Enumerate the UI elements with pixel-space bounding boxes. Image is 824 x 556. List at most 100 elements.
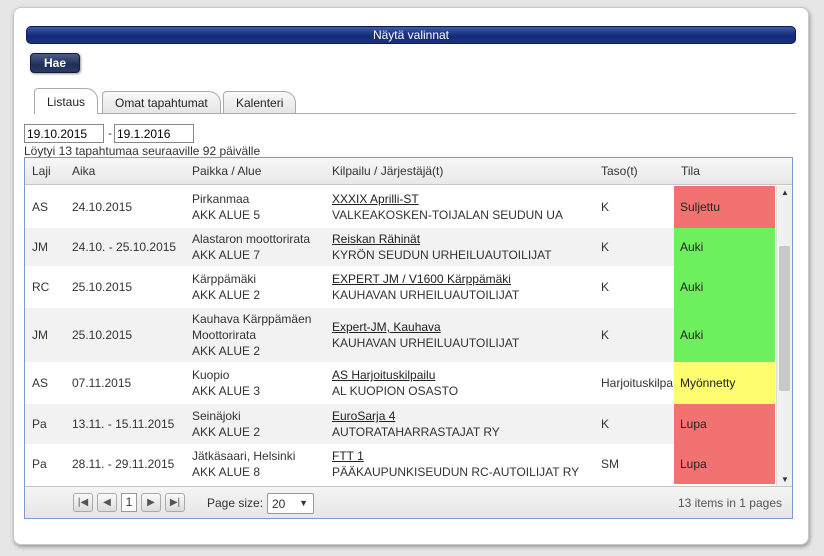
status-text: Lupa: [680, 457, 707, 471]
paikka-line: AKK ALUE 7: [192, 248, 261, 262]
aika-value: 25.10.2015: [72, 280, 133, 294]
cell-aika: 24.10.2015: [72, 186, 190, 228]
competition-link[interactable]: XXXIX Aprilli-ST: [332, 191, 598, 207]
taso-value: K: [601, 240, 610, 254]
date-separator: -: [108, 126, 112, 140]
paikka-line: AKK ALUE 8: [192, 465, 261, 479]
cell-aika: 24.10. - 25.10.2015: [72, 228, 190, 266]
cell-aika: 13.11. - 15.11.2015: [72, 404, 190, 444]
organizer-name: AUTORATAHARRASTAJAT RY: [332, 425, 500, 439]
cell-taso: Harjoituskilpa: [601, 362, 673, 404]
aika-value: 24.10.2015: [72, 200, 133, 214]
header-tila[interactable]: Tila: [681, 158, 700, 185]
cell-paikka: Pirkanmaa AKK ALUE 5: [192, 186, 330, 228]
cell-kilpailu: Reiskan Rähinät KYRÖN SEUDUN URHEILUAUTOI…: [332, 228, 598, 266]
competition-link[interactable]: Expert-JM, Kauhava: [332, 319, 598, 335]
competition-link[interactable]: EuroSarja 4: [332, 408, 598, 424]
cell-aika: 25.10.2015: [72, 308, 190, 362]
cell-laji: Pa: [32, 444, 70, 484]
paikka-line: Pirkanmaa: [192, 192, 250, 206]
scroll-down-icon[interactable]: ▼: [781, 475, 789, 484]
cell-taso: K: [601, 308, 673, 362]
scrollbar-thumb[interactable]: [779, 246, 790, 391]
table-row[interactable]: Pa 28.11. - 29.11.2015 Jätkäsaari, Helsink…: [25, 444, 775, 484]
status-text: Auki: [680, 328, 704, 342]
cell-paikka: Kuopio AKK ALUE 3: [192, 362, 330, 404]
status-badge: Lupa: [674, 444, 775, 484]
header-kilpailu[interactable]: Kilpailu / Järjestäjä(t): [332, 158, 443, 185]
next-page-icon[interactable]: ▶: [141, 493, 161, 512]
organizer-name: PÄÄKAUPUNKISEUDUN RC-AUTOILIJAT RY: [332, 465, 580, 479]
table-row[interactable]: AS 07.11.2015 Kuopio AKK ALUE 3 AS Harjoitus…: [25, 362, 775, 404]
paikka-line: AKK ALUE 2: [192, 425, 261, 439]
status-text: Auki: [680, 280, 704, 294]
cell-taso: K: [601, 404, 673, 444]
status-badge: Auki: [674, 266, 775, 308]
organizer-name: VALKEAKOSKEN-TOIJALAN SEUDUN UA: [332, 208, 563, 222]
tab-omat-tapahtumat[interactable]: Omat tapahtumat: [102, 91, 221, 114]
competition-link[interactable]: Reiskan Rähinät: [332, 231, 598, 247]
grid-scrollbar[interactable]: ▲ ▼: [776, 186, 792, 486]
first-page-icon[interactable]: |◀: [73, 493, 93, 512]
paikka-line: AKK ALUE 3: [192, 384, 261, 398]
cell-kilpailu: EuroSarja 4 AUTORATAHARRASTAJAT RY: [332, 404, 598, 444]
status-badge: Suljettu: [674, 186, 775, 228]
paikka-line: Kuopio: [192, 368, 230, 382]
aika-value: 07.11.2015: [72, 376, 132, 390]
cell-aika: 07.11.2015: [72, 362, 190, 404]
events-grid: Laji Aika Paikka / Alue Kilpailu / Järje…: [24, 157, 793, 519]
status-text: Lupa: [680, 417, 707, 431]
cell-taso: K: [601, 266, 673, 308]
header-aika[interactable]: Aika: [72, 158, 95, 185]
cell-paikka: Jätkäsaari, Helsinki AKK ALUE 8: [192, 444, 330, 484]
taso-value: K: [601, 328, 610, 342]
paikka-line: AKK ALUE 2: [192, 344, 261, 358]
table-row[interactable]: JM 25.10.2015 Kauhava Kärppämäen Moottorira…: [25, 308, 775, 362]
search-button[interactable]: Hae: [30, 53, 80, 73]
taso-value: K: [601, 280, 610, 294]
grid-body: AS 24.10.2015 Pirkanmaa AKK ALUE 5 XXXIX Apr…: [25, 186, 775, 486]
table-row[interactable]: Pa 13.11. - 15.11.2015 Seinäjoki AKK ALUE 2…: [25, 404, 775, 444]
paikka-line: Seinäjoki: [192, 409, 241, 423]
paikka-line: Alastaron moottorirata: [192, 232, 311, 246]
laji-value: AS: [32, 376, 49, 390]
organizer-name: KAUHAVAN URHEILUAUTOILIJAT: [332, 288, 520, 302]
table-row[interactable]: AS 24.10.2015 Pirkanmaa AKK ALUE 5 XXXIX Apr…: [25, 186, 775, 228]
tab-kalenteri[interactable]: Kalenteri: [223, 91, 297, 114]
tab-listaus[interactable]: Listaus: [34, 88, 99, 114]
cell-taso: SM: [601, 444, 673, 484]
current-page-number[interactable]: 1: [121, 493, 137, 512]
organizer-name: KAUHAVAN URHEILUAUTOILIJAT: [332, 336, 520, 350]
cell-paikka: Seinäjoki AKK ALUE 2: [192, 404, 330, 444]
aika-value: 24.10. - 25.10.2015: [72, 240, 177, 254]
aika-value: 28.11. - 29.11.2015: [72, 457, 175, 471]
paikka-line: Jätkäsaari, Helsinki: [192, 449, 296, 463]
page-size-label: Page size:: [207, 496, 264, 510]
status-badge: Lupa: [674, 404, 775, 444]
table-row[interactable]: RC 25.10.2015 Kärppämäki AKK ALUE 2 EXPERT J…: [25, 266, 775, 308]
pager-info: 13 items in 1 pages: [677, 496, 782, 510]
grid-header: Laji Aika Paikka / Alue Kilpailu / Järje…: [25, 158, 792, 185]
start-date-input[interactable]: [24, 124, 104, 143]
header-laji[interactable]: Laji: [32, 158, 51, 185]
prev-page-icon[interactable]: ◀: [97, 493, 117, 512]
table-row[interactable]: JM 24.10. - 25.10.2015 Alastaron moottorir…: [25, 228, 775, 266]
paikka-line: AKK ALUE 5: [192, 208, 261, 222]
status-text: Myönnetty: [680, 376, 736, 390]
competition-link[interactable]: FTT 1: [332, 448, 598, 464]
cell-laji: JM: [32, 228, 70, 266]
last-page-icon[interactable]: ▶|: [165, 493, 185, 512]
competition-link[interactable]: AS Harjoituskilpailu: [332, 367, 598, 383]
paikka-line: Moottorirata: [192, 328, 257, 342]
header-taso[interactable]: Taso(t): [601, 158, 638, 185]
scroll-up-icon[interactable]: ▲: [781, 188, 789, 197]
paikka-line: AKK ALUE 2: [192, 288, 261, 302]
page-size-select[interactable]: 20 ▼: [267, 493, 314, 514]
cell-kilpailu: EXPERT JM / V1600 Kärppämäki KAUHAVAN URH…: [332, 266, 598, 308]
taso-value: K: [601, 417, 610, 431]
header-paikka[interactable]: Paikka / Alue: [192, 158, 261, 185]
laji-value: RC: [32, 280, 50, 294]
competition-link[interactable]: EXPERT JM / V1600 Kärppämäki: [332, 271, 598, 287]
end-date-input[interactable]: [114, 124, 194, 143]
show-options-bar[interactable]: Näytä valinnat: [26, 26, 796, 44]
